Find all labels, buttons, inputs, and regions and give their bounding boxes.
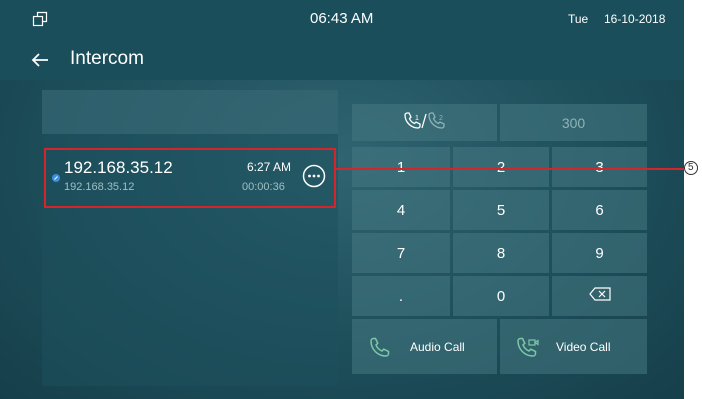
key-7[interactable]: 7 bbox=[352, 233, 450, 273]
key-6[interactable]: 6 bbox=[552, 190, 647, 230]
key-label: 5 bbox=[496, 201, 506, 219]
status-bar: 06:43 AM Tue 16-10-2018 bbox=[0, 0, 684, 40]
svg-text:2: 2 bbox=[439, 115, 443, 122]
key-label: 7 bbox=[396, 244, 406, 262]
key-label: 8 bbox=[496, 244, 506, 262]
key-label: 9 bbox=[595, 244, 604, 262]
window-switch-icon[interactable] bbox=[32, 11, 48, 27]
key-label: 0 bbox=[496, 287, 506, 305]
video-call-icon bbox=[516, 336, 540, 358]
key-label: 6 bbox=[595, 201, 604, 219]
status-day: Tue bbox=[568, 12, 589, 26]
key-label: 3 bbox=[595, 158, 604, 176]
key-label: 2 bbox=[496, 158, 506, 176]
key-label: 1 bbox=[396, 158, 406, 176]
video-call-label: Video Call bbox=[556, 339, 611, 354]
key-2[interactable]: 2 bbox=[453, 147, 549, 187]
backspace-icon bbox=[588, 287, 611, 305]
key-label: 4 bbox=[396, 201, 406, 219]
key-5[interactable]: 5 bbox=[453, 190, 549, 230]
highlight-frame bbox=[44, 148, 336, 208]
key-8[interactable]: 8 bbox=[453, 233, 549, 273]
key-dot[interactable]: . bbox=[352, 276, 450, 316]
back-arrow-icon[interactable] bbox=[30, 50, 50, 70]
line-select-icon: 1 2 bbox=[402, 111, 448, 135]
call-log-panel bbox=[42, 90, 338, 386]
video-call-button[interactable]: Video Call bbox=[500, 319, 647, 374]
key-9[interactable]: 9 bbox=[552, 233, 647, 273]
svg-text:1: 1 bbox=[415, 115, 419, 122]
line-selector[interactable]: 1 2 bbox=[352, 104, 497, 141]
key-3[interactable]: 3 bbox=[552, 147, 647, 187]
callout-line bbox=[336, 168, 684, 170]
search-field[interactable] bbox=[42, 90, 338, 134]
audio-call-button[interactable]: Audio Call bbox=[352, 319, 497, 374]
intercom-screen: 06:43 AM Tue 16-10-2018 Intercom 1 9 2. 1 6 8… bbox=[0, 0, 684, 399]
backspace-key[interactable] bbox=[552, 276, 647, 316]
key-0[interactable]: 0 bbox=[453, 276, 549, 316]
key-label: . bbox=[398, 287, 404, 305]
number-display-text: 300 bbox=[561, 114, 586, 131]
status-date: 16-10-2018 bbox=[604, 12, 666, 26]
key-4[interactable]: 4 bbox=[352, 190, 450, 230]
page-title: Intercom bbox=[70, 48, 144, 69]
audio-call-icon bbox=[368, 336, 390, 358]
audio-call-label: Audio Call bbox=[410, 339, 465, 354]
key-1[interactable]: 1 bbox=[352, 147, 450, 187]
number-display[interactable]: 300 bbox=[500, 104, 647, 141]
app-bar: Intercom bbox=[0, 40, 684, 80]
status-time: 06:43 AM bbox=[310, 10, 374, 27]
callout-number: 5 bbox=[684, 161, 698, 175]
